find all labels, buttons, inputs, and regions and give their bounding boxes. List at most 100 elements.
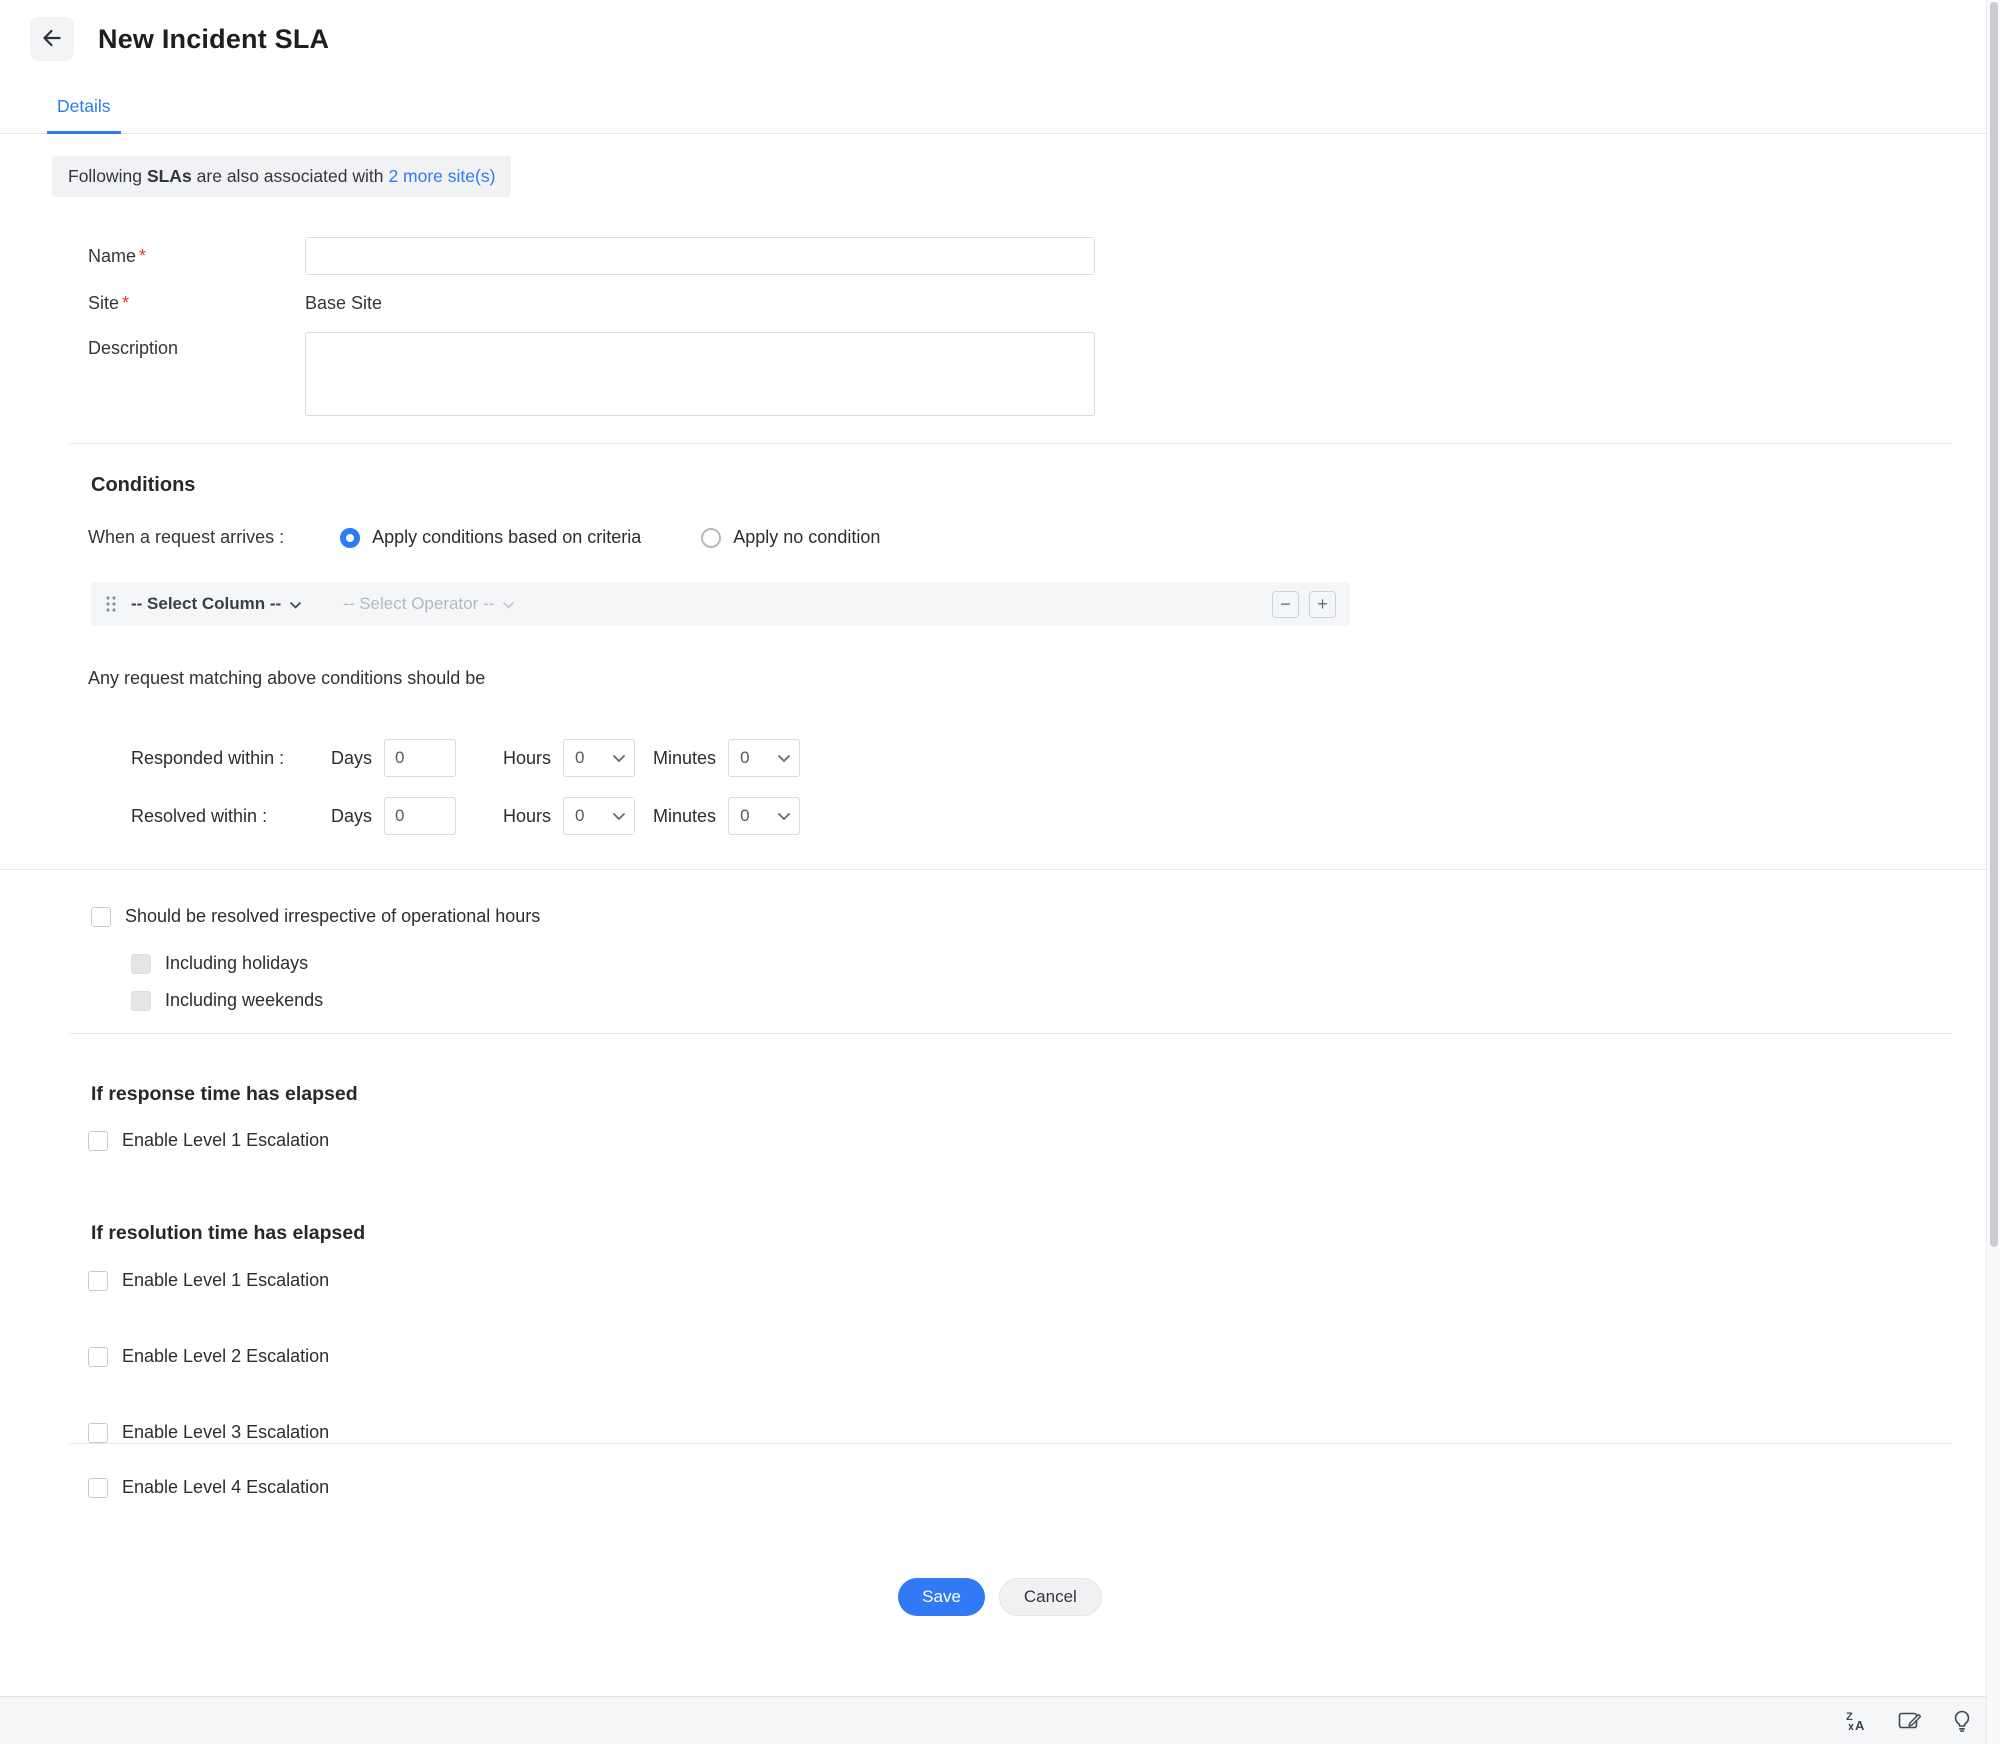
responded-hours-value: 0 <box>575 748 585 767</box>
resolution-level2-label: Enable Level 2 Escalation <box>122 1346 330 1366</box>
section-divider <box>70 443 1953 444</box>
resolution-level3-label: Enable Level 3 Escalation <box>122 1422 330 1442</box>
hours-label: Hours <box>503 747 552 768</box>
tab-bar: Details <box>0 78 2000 134</box>
save-button[interactable]: Save <box>898 1578 985 1616</box>
translate-icon[interactable]: Z A <box>1844 1707 1872 1735</box>
resolution-level4-label: Enable Level 4 Escalation <box>122 1477 330 1497</box>
radio-selected-icon[interactable] <box>340 527 361 548</box>
required-marker: * <box>139 245 147 266</box>
banner-text-before: Following <box>68 166 142 186</box>
matching-conditions-text: Any request matching above conditions sh… <box>88 668 486 688</box>
resolution-level4-checkbox[interactable] <box>88 1477 108 1498</box>
status-bar: Z A <box>0 1696 2000 1744</box>
resolved-minutes-select[interactable]: 0 <box>728 797 801 835</box>
resolved-within-row: Resolved within : Days Hours 0 Minutes 0 <box>131 797 2000 835</box>
including-weekends-label: Including weekends <box>165 990 324 1010</box>
resolved-hours-value: 0 <box>575 806 585 825</box>
radio-unselected-icon[interactable] <box>701 527 722 548</box>
select-operator-dropdown: -- Select Operator -- <box>343 594 515 614</box>
new-incident-sla-page: New Incident SLA Details Following SLAs … <box>0 0 2000 1744</box>
svg-text:Z: Z <box>1846 1711 1853 1723</box>
section-divider <box>70 1033 1953 1034</box>
feedback-icon[interactable] <box>1896 1707 1924 1735</box>
days-label: Days <box>331 805 373 826</box>
including-weekends-row: Including weekends <box>131 990 2000 1011</box>
resolution-level2-row: Enable Level 2 Escalation <box>88 1346 2000 1367</box>
resolved-within-label: Resolved within : <box>131 805 268 826</box>
minutes-label: Minutes <box>653 805 717 826</box>
vertical-scrollbar-track[interactable] <box>1986 0 2000 1744</box>
banner-text-middle: are also associated with <box>196 166 384 186</box>
responded-within-label: Responded within : <box>131 747 285 768</box>
response-level1-checkbox[interactable] <box>88 1130 108 1151</box>
site-row: Site * Base Site <box>88 293 2000 314</box>
name-row: Name * <box>88 237 2000 275</box>
remove-condition-button[interactable]: − <box>1272 590 1299 618</box>
hours-label: Hours <box>503 805 552 826</box>
tab-details[interactable]: Details <box>47 96 121 134</box>
banner-bold: SLAs <box>146 166 192 186</box>
description-label: Description <box>88 338 179 358</box>
chevron-down-icon <box>613 748 625 768</box>
description-textarea[interactable] <box>305 332 1095 416</box>
name-label: Name * <box>88 245 147 266</box>
name-input[interactable] <box>305 237 1095 275</box>
radio-no-condition[interactable]: Apply no condition <box>701 527 880 548</box>
minutes-label: Minutes <box>653 747 717 768</box>
chevron-down-icon <box>503 594 515 614</box>
including-holidays-label: Including holidays <box>165 953 309 973</box>
response-elapsed-heading: If response time has elapsed <box>91 1083 358 1105</box>
add-condition-button[interactable]: + <box>1309 590 1336 618</box>
resolution-level2-checkbox[interactable] <box>88 1346 108 1367</box>
resolution-level4-row: Enable Level 4 Escalation <box>88 1477 2000 1498</box>
page-header: New Incident SLA <box>0 0 2000 78</box>
responded-hours-select[interactable]: 0 <box>563 739 636 777</box>
resolution-level3-row: Enable Level 3 Escalation <box>88 1422 2000 1443</box>
responded-minutes-select[interactable]: 0 <box>728 739 801 777</box>
select-column-value: -- Select Column -- <box>131 594 282 613</box>
required-marker: * <box>122 293 130 313</box>
chevron-down-icon <box>778 806 790 826</box>
site-label: Site * <box>88 293 130 313</box>
including-weekends-checkbox <box>131 990 151 1011</box>
arrives-label: When a request arrives : <box>88 527 285 547</box>
details-form: Name * Site * Base Site Description <box>88 237 2000 416</box>
select-column-dropdown[interactable]: -- Select Column -- <box>131 594 301 614</box>
operational-hours-row: Should be resolved irrespective of opera… <box>91 906 2000 927</box>
chevron-down-icon <box>613 806 625 826</box>
section-divider <box>70 1443 1953 1444</box>
resolution-elapsed-heading: If resolution time has elapsed <box>91 1222 366 1244</box>
request-arrives-row: When a request arrives : Apply condition… <box>88 527 2000 548</box>
more-sites-link[interactable]: 2 more site(s) <box>388 166 495 187</box>
resolution-level1-row: Enable Level 1 Escalation <box>88 1270 2000 1291</box>
description-row: Description <box>88 332 2000 416</box>
response-level1-row: Enable Level 1 Escalation <box>88 1130 2000 1151</box>
responded-minutes-value: 0 <box>740 748 750 767</box>
associated-sites-banner: Following SLAs are also associated with … <box>52 156 512 197</box>
resolved-minutes-value: 0 <box>740 806 750 825</box>
including-holidays-row: Including holidays <box>131 953 2000 974</box>
radio-apply-conditions-label: Apply conditions based on criteria <box>372 527 642 547</box>
resolution-level3-checkbox[interactable] <box>88 1422 108 1443</box>
form-actions: Save Cancel <box>0 1578 2000 1616</box>
page-title: New Incident SLA <box>98 23 330 54</box>
radio-apply-conditions[interactable]: Apply conditions based on criteria <box>340 527 641 548</box>
operational-hours-checkbox[interactable] <box>91 906 111 927</box>
cancel-button[interactable]: Cancel <box>998 1578 1102 1616</box>
back-button[interactable] <box>30 17 74 61</box>
resolved-days-input[interactable] <box>384 797 457 835</box>
conditions-heading: Conditions <box>91 474 196 496</box>
days-label: Days <box>331 747 373 768</box>
responded-days-input[interactable] <box>384 739 457 777</box>
drag-handle-icon[interactable] <box>105 595 117 613</box>
vertical-scrollbar-thumb[interactable] <box>1990 2 1998 1247</box>
resolution-level1-label: Enable Level 1 Escalation <box>122 1270 330 1290</box>
response-level1-label: Enable Level 1 Escalation <box>122 1130 330 1150</box>
resolved-hours-select[interactable]: 0 <box>563 797 636 835</box>
site-value: Base Site <box>305 293 383 313</box>
lightbulb-icon[interactable] <box>1948 1707 1976 1735</box>
chevron-down-icon <box>290 594 301 614</box>
including-holidays-checkbox <box>131 953 151 974</box>
resolution-level1-checkbox[interactable] <box>88 1270 108 1291</box>
